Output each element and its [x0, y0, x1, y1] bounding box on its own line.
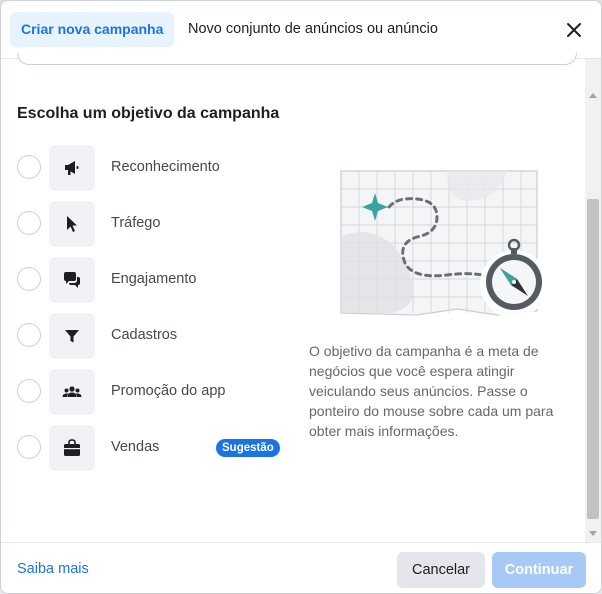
- learn-more-link[interactable]: Saiba mais: [17, 561, 89, 577]
- scrollbar[interactable]: [585, 59, 601, 543]
- objective-label: Tráfego: [111, 215, 161, 231]
- objective-label: Reconhecimento: [111, 159, 220, 175]
- chat-bubbles-icon: [64, 272, 80, 288]
- objective-icon-box: [49, 201, 95, 247]
- radio-leads[interactable]: [17, 323, 41, 347]
- scroll-up-arrow-icon[interactable]: [589, 93, 597, 98]
- people-icon: [62, 386, 82, 397]
- objective-sales[interactable]: Vendas Sugestão: [17, 425, 307, 471]
- suggestion-badge: Sugestão: [216, 439, 280, 457]
- scroll-down-arrow-icon[interactable]: [589, 531, 597, 536]
- radio-app-promotion[interactable]: [17, 379, 41, 403]
- radio-awareness[interactable]: [17, 155, 41, 179]
- radio-traffic[interactable]: [17, 211, 41, 235]
- continue-button[interactable]: Continuar: [492, 552, 586, 588]
- create-campaign-dialog: Criar nova campanha Novo conjunto de anú…: [0, 0, 602, 594]
- megaphone-icon: [65, 161, 79, 175]
- cursor-icon: [67, 216, 77, 232]
- dialog-footer: Saiba mais Cancelar Continuar: [1, 542, 601, 593]
- tab-new-ad-set-or-ad[interactable]: Novo conjunto de anúncios ou anúncio: [188, 12, 438, 47]
- objective-icon-box: [49, 369, 95, 415]
- objective-engagement[interactable]: Engajamento: [17, 257, 307, 303]
- dialog-header: Criar nova campanha Novo conjunto de anú…: [1, 1, 601, 59]
- objective-label: Vendas: [111, 439, 160, 455]
- objective-awareness[interactable]: Reconhecimento: [17, 145, 307, 191]
- objective-description: O objetivo da campanha é a meta de negóc…: [309, 343, 554, 439]
- objective-label: Engajamento: [111, 271, 197, 287]
- objective-icon-box: [49, 257, 95, 303]
- objective-icon-box: [49, 145, 95, 191]
- tab-create-new-campaign[interactable]: Criar nova campanha: [10, 12, 175, 47]
- scrollbar-thumb[interactable]: [587, 199, 599, 519]
- radio-sales[interactable]: [17, 435, 41, 459]
- filter-icon: [65, 330, 79, 343]
- objective-icon-box: [49, 313, 95, 359]
- scrolled-search-field: [17, 53, 577, 65]
- objective-app-promotion[interactable]: Promoção do app: [17, 369, 307, 415]
- cancel-button[interactable]: Cancelar: [397, 552, 485, 588]
- radio-engagement[interactable]: [17, 267, 41, 291]
- shopping-bag-icon: [64, 439, 80, 456]
- map-compass-illustration: [340, 170, 548, 318]
- close-button[interactable]: [561, 17, 587, 43]
- objective-traffic[interactable]: Tráfego: [17, 201, 307, 247]
- objective-label: Cadastros: [111, 327, 178, 343]
- objective-leads[interactable]: Cadastros: [17, 313, 307, 359]
- objective-label: Promoção do app: [111, 383, 226, 399]
- objective-icon-box: [49, 425, 95, 471]
- close-icon: [567, 23, 581, 37]
- section-title: Escolha um objetivo da campanha: [17, 105, 280, 122]
